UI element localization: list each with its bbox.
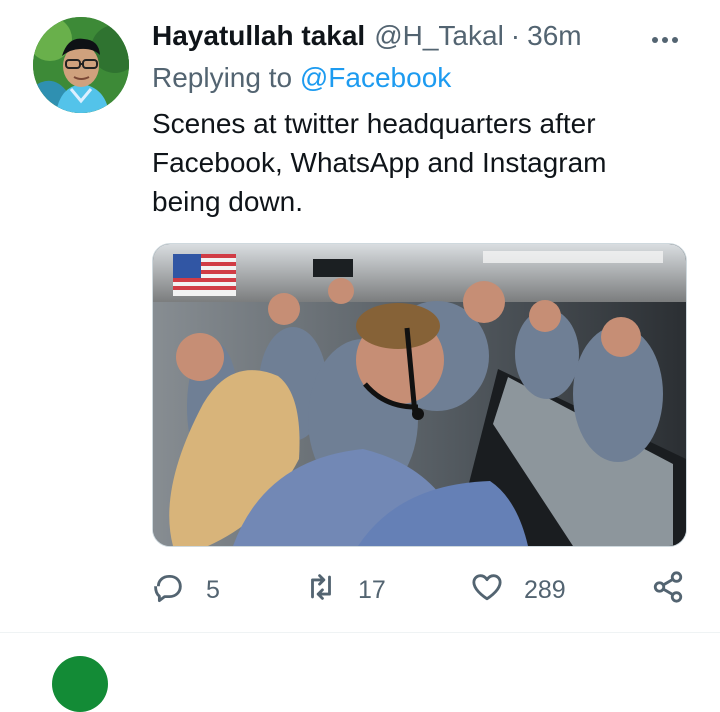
retweet-icon <box>304 570 338 611</box>
reply-count: 5 <box>206 575 220 604</box>
tweet-divider <box>0 632 720 633</box>
share-icon <box>651 570 685 611</box>
retweet-button[interactable]: 17 <box>304 568 386 612</box>
like-count: 289 <box>524 575 566 604</box>
header-separator: · <box>510 20 521 51</box>
tweet-image[interactable] <box>152 243 687 547</box>
retweet-count: 17 <box>358 575 386 604</box>
next-tweet-avatar[interactable] <box>52 656 108 712</box>
heart-icon <box>470 570 504 611</box>
replying-to-label: Replying to <box>152 62 293 93</box>
author-name[interactable]: Hayatullah takal <box>152 20 365 52</box>
replying-to-mention[interactable]: @Facebook <box>300 62 451 93</box>
reply-button[interactable]: 5 <box>152 568 220 612</box>
author-handle[interactable]: @H_Takal <box>374 20 504 52</box>
replying-to-line: Replying to @Facebook <box>152 62 451 94</box>
tweet-header: Hayatullah takal @H_Takal · 36m <box>152 20 582 56</box>
more-horizontal-icon <box>662 37 668 43</box>
more-horizontal-icon <box>652 37 658 43</box>
reply-icon <box>152 570 186 611</box>
tweet-time[interactable]: 36m <box>527 20 581 52</box>
tweet-card[interactable]: Hayatullah takal @H_Takal · 36m Replying… <box>0 0 720 632</box>
tweet-text: Scenes at twitter headquarters after Fac… <box>152 108 607 217</box>
tweet-actions: 5 17 289 <box>0 568 720 612</box>
author-avatar[interactable] <box>33 17 129 113</box>
more-horizontal-icon <box>672 37 678 43</box>
share-button[interactable] <box>651 568 685 612</box>
like-button[interactable]: 289 <box>470 568 566 612</box>
more-options-button[interactable] <box>652 30 688 44</box>
